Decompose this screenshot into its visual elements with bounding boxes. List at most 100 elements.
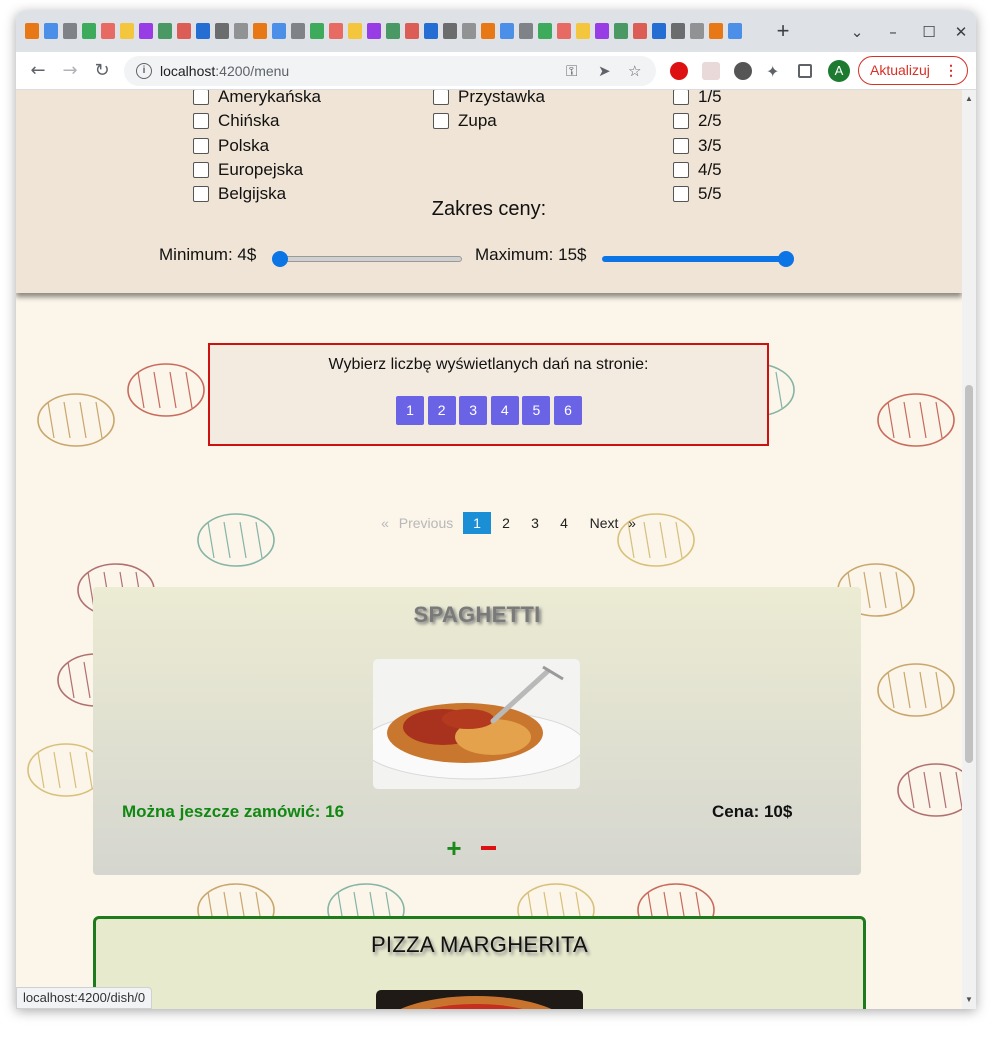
rating-checkbox[interactable] [673, 90, 689, 105]
tab-favicon[interactable] [500, 23, 514, 39]
items-per-page-option-3[interactable]: 3 [459, 396, 488, 425]
cuisine-checkbox[interactable] [193, 137, 209, 154]
cuisine-filter-item[interactable]: Polska [193, 136, 269, 156]
pagination-page-1[interactable]: 1 [463, 512, 491, 534]
tab-favicon[interactable] [728, 23, 742, 39]
price-min-slider-track[interactable] [276, 256, 462, 262]
items-per-page-option-5[interactable]: 5 [522, 396, 551, 425]
rating-filter-item[interactable]: 3/5 [673, 136, 722, 156]
back-button[interactable]: ← [25, 59, 51, 83]
reload-button[interactable]: ↻ [89, 59, 115, 83]
items-per-page-option-4[interactable]: 4 [490, 396, 519, 425]
dish-card[interactable]: SPAGHETTI Można jeszcze zamówić: 16 Cena… [93, 587, 861, 875]
category-checkbox[interactable] [433, 113, 449, 130]
dish-card[interactable]: PIZZA MARGHERITA [93, 916, 866, 1009]
pagination-page-4[interactable]: 4 [550, 512, 578, 534]
url-text[interactable]: localhost:4200/menu [160, 63, 289, 79]
profile-avatar[interactable]: A [828, 60, 850, 82]
cuisine-checkbox[interactable] [193, 161, 209, 178]
tab-favicon[interactable] [272, 23, 286, 39]
bookmark-star-icon[interactable]: ☆ [628, 62, 641, 80]
tab-favicon[interactable] [177, 23, 191, 39]
cuisine-filter-item[interactable]: Amerykańska [193, 90, 321, 107]
dish-image-pizza[interactable] [376, 990, 583, 1009]
cuisine-checkbox[interactable] [193, 113, 209, 130]
rating-filter-item[interactable]: 2/5 [673, 111, 722, 131]
rating-checkbox[interactable] [673, 161, 689, 178]
tab-favicon[interactable] [82, 23, 96, 39]
site-info-icon[interactable]: i [136, 63, 152, 79]
tab-favicon[interactable] [25, 23, 39, 39]
tab-favicon[interactable] [139, 23, 153, 39]
rating-filter-item[interactable]: 4/5 [673, 160, 722, 180]
tab-favicon[interactable] [234, 23, 248, 39]
add-to-cart-button[interactable]: + [443, 835, 465, 861]
tab-favicon[interactable] [462, 23, 476, 39]
tab-favicon[interactable] [538, 23, 552, 39]
tab-favicon[interactable] [595, 23, 609, 39]
side-panel-icon[interactable] [798, 64, 812, 78]
tab-favicon[interactable] [519, 23, 533, 39]
tab-favicon[interactable] [253, 23, 267, 39]
category-checkbox[interactable] [433, 90, 449, 105]
tab-favicon[interactable] [424, 23, 438, 39]
tab-favicon[interactable] [196, 23, 210, 39]
tab-favicon[interactable] [310, 23, 324, 39]
tab-favicon[interactable] [367, 23, 381, 39]
pagination-page-3[interactable]: 3 [521, 512, 549, 534]
price-max-slider-track[interactable] [602, 256, 792, 262]
tab-favicon[interactable] [101, 23, 115, 39]
update-button[interactable]: Aktualizuj ⋮ [858, 56, 968, 85]
pagination-prev-arrow[interactable]: « [378, 512, 392, 534]
tab-favicon[interactable] [405, 23, 419, 39]
tab-favicon[interactable] [557, 23, 571, 39]
tab-favicon[interactable] [348, 23, 362, 39]
cuisine-checkbox[interactable] [193, 90, 209, 105]
items-per-page-option-1[interactable]: 1 [396, 396, 424, 425]
tab-favicon[interactable] [614, 23, 628, 39]
tab-favicon[interactable] [709, 23, 723, 39]
category-filter-item[interactable]: Zupa [433, 111, 497, 131]
remove-from-cart-button[interactable] [478, 837, 500, 859]
tab-favicon[interactable] [652, 23, 666, 39]
cuisine-filter-item[interactable]: Chińska [193, 111, 279, 131]
tab-favicon[interactable] [215, 23, 229, 39]
tab-favicon[interactable] [120, 23, 134, 39]
tab-favicon[interactable] [386, 23, 400, 39]
tab-favicon[interactable] [690, 23, 704, 39]
tab-search-icon[interactable]: ⌄ [846, 21, 868, 43]
tab-favicon[interactable] [291, 23, 305, 39]
price-min-slider-thumb[interactable] [272, 251, 288, 267]
tab-favicon[interactable] [481, 23, 495, 39]
extension-opera-icon[interactable] [670, 62, 688, 80]
pagination-previous[interactable]: Previous [396, 512, 456, 534]
tab-favicon[interactable] [633, 23, 647, 39]
category-filter-item[interactable]: Przystawka [433, 90, 545, 107]
tab-favicon[interactable] [44, 23, 58, 39]
scroll-up-arrow[interactable]: ▲ [965, 94, 973, 103]
pagination-next-arrow[interactable]: » [625, 512, 639, 534]
new-tab-button[interactable]: + [771, 20, 795, 44]
tab-favicon[interactable] [671, 23, 685, 39]
tab-favicon[interactable] [63, 23, 77, 39]
address-bar[interactable]: i localhost:4200/menu ⚿ ➤ ☆ [124, 56, 656, 86]
rating-checkbox[interactable] [673, 137, 689, 154]
tab-favicon[interactable] [443, 23, 457, 39]
tab-favicon[interactable] [576, 23, 590, 39]
scroll-down-arrow[interactable]: ▼ [965, 995, 973, 1004]
minimize-button[interactable]: – [882, 21, 904, 43]
tab-favicon[interactable] [329, 23, 343, 39]
scrollbar-thumb[interactable] [965, 385, 973, 763]
items-per-page-option-2[interactable]: 2 [427, 396, 456, 425]
close-window-button[interactable]: ✕ [950, 21, 972, 43]
forward-button[interactable]: → [57, 59, 83, 83]
send-icon[interactable]: ➤ [598, 62, 611, 80]
maximize-button[interactable]: ☐ [918, 21, 940, 43]
pagination-next[interactable]: Next [585, 512, 623, 534]
price-max-slider-thumb[interactable] [778, 251, 794, 267]
rating-filter-item[interactable]: 1/5 [673, 90, 722, 107]
cuisine-filter-item[interactable]: Europejska [193, 160, 303, 180]
extension-pdf-icon[interactable] [702, 62, 720, 80]
items-per-page-option-6[interactable]: 6 [554, 396, 582, 425]
tab-favicon[interactable] [158, 23, 172, 39]
